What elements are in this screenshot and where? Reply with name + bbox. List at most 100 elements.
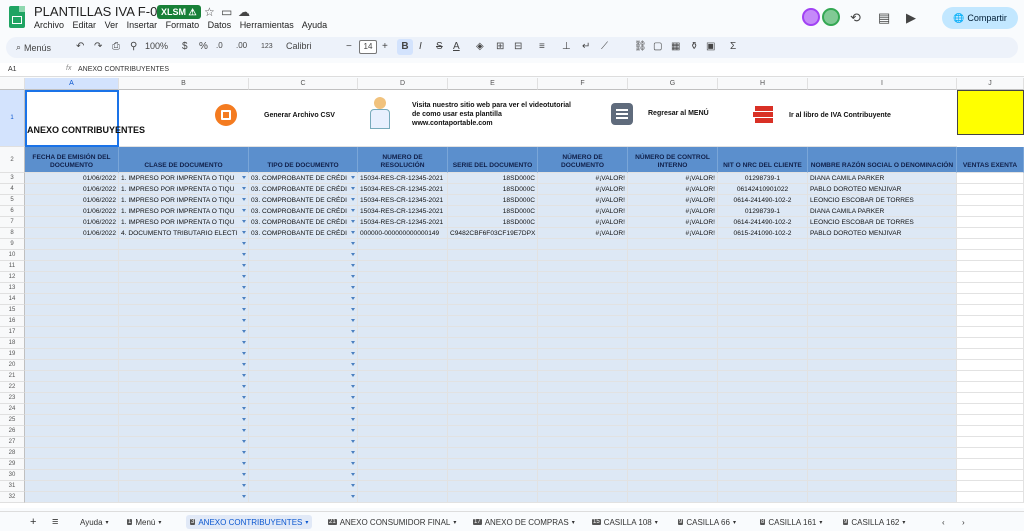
table-cell[interactable] <box>25 481 119 492</box>
dropdown-arrow-icon[interactable] <box>242 220 246 223</box>
dropdown-arrow-icon[interactable] <box>351 484 355 487</box>
table-cell[interactable] <box>358 327 448 338</box>
table-cell[interactable] <box>628 261 718 272</box>
table-cell[interactable] <box>25 239 119 250</box>
table-cell[interactable] <box>119 349 249 360</box>
table-cell[interactable] <box>957 382 1024 393</box>
table-cell[interactable] <box>628 239 718 250</box>
dropdown-arrow-icon[interactable] <box>351 385 355 388</box>
table-cell[interactable] <box>718 393 808 404</box>
table-cell[interactable]: 03. COMPROBANTE DE CRÉDI <box>249 228 358 239</box>
table-cell[interactable] <box>358 261 448 272</box>
table-cell[interactable] <box>358 448 448 459</box>
table-cell[interactable]: 03. COMPROBANTE DE CRÉDI <box>249 195 358 206</box>
table-cell[interactable] <box>119 492 249 503</box>
table-cell[interactable] <box>25 250 119 261</box>
table-cell[interactable] <box>718 250 808 261</box>
comment-icon[interactable]: ▤ <box>878 10 890 26</box>
dropdown-arrow-icon[interactable] <box>351 462 355 465</box>
table-cell[interactable] <box>448 459 538 470</box>
dropdown-arrow-icon[interactable] <box>351 495 355 498</box>
dropdown-arrow-icon[interactable] <box>351 319 355 322</box>
dropdown-arrow-icon[interactable] <box>351 451 355 454</box>
table-cell[interactable] <box>358 492 448 503</box>
table-cell[interactable] <box>538 437 628 448</box>
table-cell[interactable]: 0614-241490-102-2 <box>718 217 808 228</box>
table-cell[interactable] <box>957 360 1024 371</box>
collaborator-avatar[interactable] <box>802 8 820 26</box>
table-cell[interactable] <box>249 448 358 459</box>
row-header[interactable]: 21 <box>0 371 25 382</box>
table-cell[interactable]: #¡VALOR! <box>538 206 628 217</box>
table-cell[interactable] <box>538 327 628 338</box>
table-cell[interactable]: 18SD000C <box>448 217 538 228</box>
table-cell[interactable] <box>249 415 358 426</box>
chart-icon[interactable]: ▦ <box>671 41 680 52</box>
table-cell[interactable] <box>957 492 1024 503</box>
table-cell[interactable] <box>119 261 249 272</box>
table-cell[interactable] <box>808 349 957 360</box>
tab-menu-chevron-icon[interactable]: ▾ <box>572 519 575 526</box>
table-cell[interactable]: LEONCIO ESCOBAR DE TORRES <box>808 195 957 206</box>
table-cell[interactable] <box>808 459 957 470</box>
dropdown-arrow-icon[interactable] <box>351 363 355 366</box>
row-header[interactable]: 11 <box>0 261 25 272</box>
table-cell[interactable]: 01/06/2022 <box>25 206 119 217</box>
table-cell[interactable] <box>628 426 718 437</box>
table-cell[interactable] <box>957 272 1024 283</box>
table-cell[interactable] <box>957 206 1024 217</box>
table-cell[interactable] <box>538 492 628 503</box>
dropdown-arrow-icon[interactable] <box>351 231 355 234</box>
table-cell[interactable]: 01/06/2022 <box>25 184 119 195</box>
table-cell[interactable] <box>249 294 358 305</box>
table-cell[interactable] <box>957 217 1024 228</box>
dropdown-arrow-icon[interactable] <box>242 473 246 476</box>
table-cell[interactable] <box>808 448 957 459</box>
row-header[interactable]: 13 <box>0 283 25 294</box>
row-header[interactable]: 8 <box>0 228 25 239</box>
table-cell[interactable] <box>119 481 249 492</box>
dropdown-arrow-icon[interactable] <box>351 297 355 300</box>
row-header[interactable]: 31 <box>0 481 25 492</box>
table-cell[interactable] <box>358 470 448 481</box>
table-cell[interactable] <box>808 283 957 294</box>
row-header[interactable]: 23 <box>0 393 25 404</box>
table-cell[interactable] <box>808 470 957 481</box>
table-cell[interactable]: 1. IMPRESO POR IMPRENTA O TIQU <box>119 217 249 228</box>
tutorial-text-1[interactable]: Visita nuestro sitio web para ver el vid… <box>412 102 571 109</box>
table-cell[interactable] <box>718 261 808 272</box>
table-cell[interactable]: 15034-RES-CR-12345-2021 <box>358 184 448 195</box>
table-cell[interactable] <box>358 481 448 492</box>
dropdown-arrow-icon[interactable] <box>242 462 246 465</box>
row-header[interactable]: 3 <box>0 173 25 184</box>
file-format-badge[interactable]: XLSM ⚠ <box>157 5 201 19</box>
dropdown-arrow-icon[interactable] <box>242 198 246 201</box>
table-cell[interactable] <box>808 305 957 316</box>
bold-button[interactable]: B <box>397 39 413 55</box>
table-cell[interactable] <box>119 459 249 470</box>
table-cell[interactable] <box>119 250 249 261</box>
table-cell[interactable] <box>808 250 957 261</box>
dropdown-arrow-icon[interactable] <box>351 286 355 289</box>
table-cell[interactable] <box>448 492 538 503</box>
dropdown-arrow-icon[interactable] <box>351 242 355 245</box>
table-cell[interactable] <box>718 360 808 371</box>
dropdown-arrow-icon[interactable] <box>351 418 355 421</box>
table-cell[interactable] <box>808 327 957 338</box>
decrease-decimal-button[interactable]: .0 <box>216 41 223 50</box>
table-cell[interactable] <box>119 283 249 294</box>
table-cell[interactable] <box>628 338 718 349</box>
borders-icon[interactable]: ⊞ <box>496 41 504 52</box>
table-cell[interactable] <box>718 492 808 503</box>
generate-csv-button[interactable]: Generar Archivo CSV <box>264 112 335 119</box>
row-header[interactable]: 24 <box>0 404 25 415</box>
table-cell[interactable] <box>119 382 249 393</box>
table-cell[interactable] <box>628 272 718 283</box>
table-cell[interactable] <box>249 459 358 470</box>
menus-search[interactable]: ⌕ Menús <box>16 40 66 55</box>
table-cell[interactable] <box>628 360 718 371</box>
table-cell[interactable] <box>119 316 249 327</box>
fill-color-icon[interactable]: ◈ <box>476 41 484 52</box>
dropdown-arrow-icon[interactable] <box>242 176 246 179</box>
table-cell[interactable] <box>119 426 249 437</box>
